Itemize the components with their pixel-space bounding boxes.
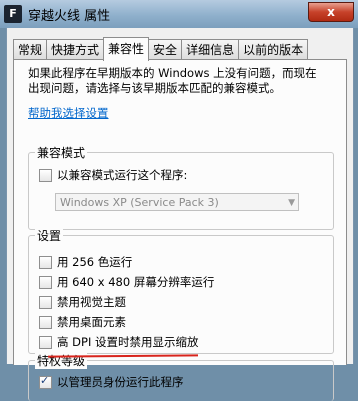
tab-shortcut[interactable]: 快捷方式 (46, 39, 105, 60)
settings-group: 设置 用 256 色运行 用 640 x 480 屏幕分辨率运行 禁用视觉主题 … (28, 227, 334, 354)
setting-256-colors-label: 用 256 色运行 (57, 255, 133, 269)
setting-disable-visual-themes-checkbox[interactable] (39, 295, 52, 309)
tab-general[interactable]: 常规 (13, 39, 48, 60)
compatibility-mode-group: 兼容模式 以兼容模式运行这个程序: Windows XP (Service Pa… (28, 144, 334, 230)
run-as-admin-option[interactable]: 以管理员身份运行此程序 (39, 374, 184, 390)
setting-disable-desktop-composition-checkbox[interactable] (39, 315, 52, 329)
compat-mode-checkbox[interactable] (39, 168, 52, 182)
compat-mode-option[interactable]: 以兼容模式运行这个程序: (39, 167, 187, 183)
setting-disable-desktop-composition-label: 禁用桌面元素 (57, 315, 126, 329)
setting-disable-visual-themes-label: 禁用视觉主题 (57, 295, 126, 309)
tab-details[interactable]: 详细信息 (181, 39, 240, 60)
tab-security[interactable]: 安全 (148, 39, 183, 60)
compatibility-mode-label: 兼容模式 (35, 144, 88, 161)
help-choose-settings-link[interactable]: 帮助我选择设置 (28, 105, 109, 121)
close-button[interactable]: x (308, 2, 354, 22)
run-as-admin-label: 以管理员身份运行此程序 (57, 375, 184, 389)
setting-disable-desktop-composition[interactable]: 禁用桌面元素 (39, 314, 126, 330)
compatibility-description: 如果此程序在早期版本的 Windows 上没有问题，而现在出现问题，请选择与该早… (28, 66, 317, 95)
run-as-admin-checkbox[interactable] (39, 374, 52, 389)
tab-compatibility[interactable]: 兼容性 (103, 37, 150, 61)
title-bar: F 穿越火线 属性 x (0, 0, 358, 28)
app-icon: F (4, 5, 22, 23)
windows-version-select[interactable]: Windows XP (Service Pack 3) ▼ (55, 193, 299, 211)
window-title: 穿越火线 属性 (28, 9, 111, 24)
setting-256-colors[interactable]: 用 256 色运行 (39, 254, 132, 270)
setting-disable-dpi-scaling-label: 高 DPI 设置时禁用显示缩放 (57, 335, 199, 349)
windows-version-value: Windows XP (Service Pack 3) (60, 196, 219, 209)
chevron-down-icon: ▼ (288, 198, 295, 208)
privilege-level-group: 特权等级 以管理员身份运行此程序 (28, 352, 334, 401)
setting-disable-dpi-scaling[interactable]: 高 DPI 设置时禁用显示缩放 (39, 334, 199, 350)
setting-640x480-label: 用 640 x 480 屏幕分辨率运行 (57, 275, 215, 289)
compat-mode-checkbox-label: 以兼容模式运行这个程序: (57, 168, 188, 182)
properties-dialog: 常规 快捷方式 兼容性 安全 详细信息 以前的版本 如果此程序在早期版本的 Wi… (6, 28, 354, 401)
setting-256-colors-checkbox[interactable] (39, 255, 52, 269)
setting-640x480[interactable]: 用 640 x 480 屏幕分辨率运行 (39, 274, 214, 290)
setting-disable-dpi-scaling-checkbox[interactable] (39, 335, 52, 349)
setting-disable-visual-themes[interactable]: 禁用视觉主题 (39, 294, 126, 310)
compatibility-panel: 如果此程序在早期版本的 Windows 上没有问题，而现在出现问题，请选择与该早… (13, 59, 347, 401)
settings-label: 设置 (35, 227, 64, 244)
tab-strip: 常规 快捷方式 兼容性 安全 详细信息 以前的版本 (13, 37, 309, 61)
setting-640x480-checkbox[interactable] (39, 275, 52, 289)
tab-previous-versions[interactable]: 以前的版本 (238, 39, 309, 60)
